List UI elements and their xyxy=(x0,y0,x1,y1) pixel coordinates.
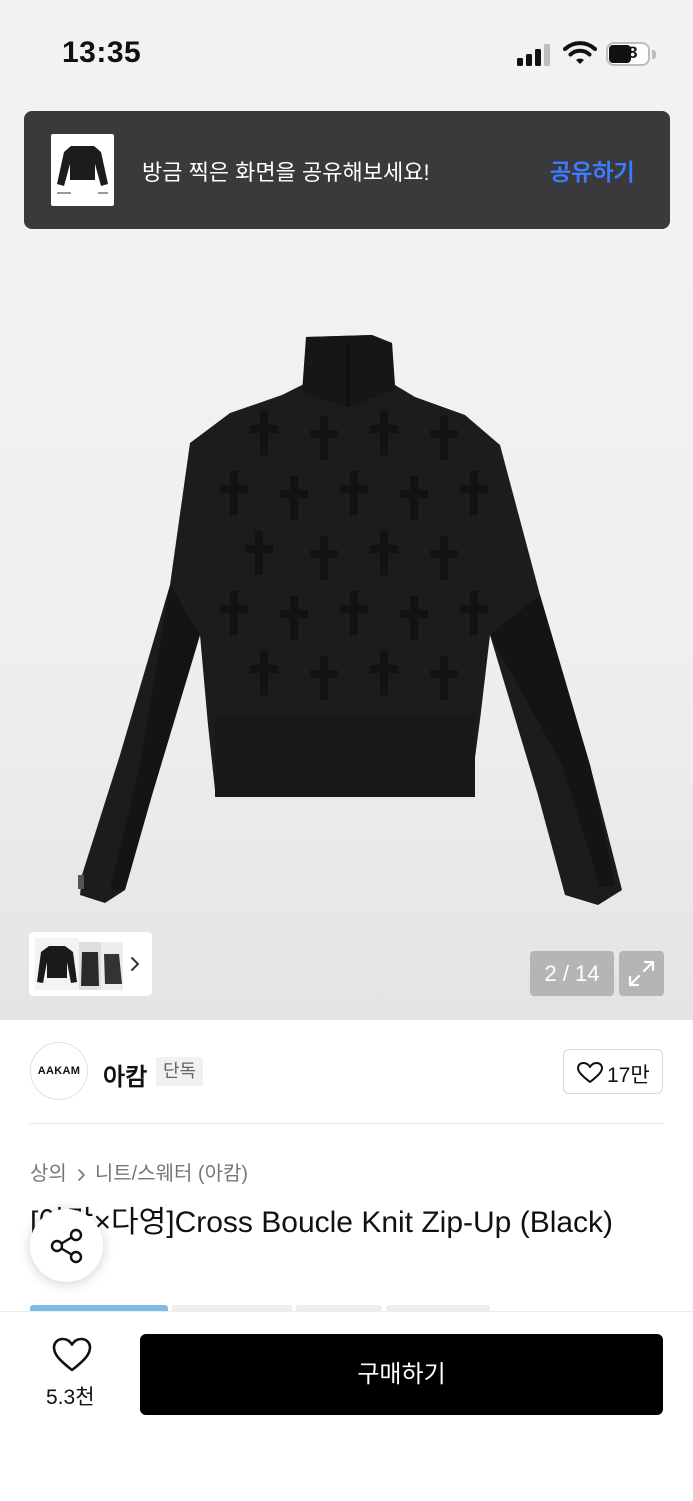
thumbnail-strip[interactable] xyxy=(29,932,152,996)
thumbnail-image[interactable] xyxy=(101,942,123,990)
image-counter: 2 / 14 xyxy=(530,951,614,996)
share-icon xyxy=(50,1228,83,1264)
share-banner-message: 방금 찍은 화면을 공유해보세요! xyxy=(142,160,430,185)
heart-icon xyxy=(577,1062,603,1083)
breadcrumb-subcategory[interactable]: 니트/스웨터 (아캄) xyxy=(95,1163,248,1185)
product-photo[interactable] xyxy=(70,335,625,910)
battery-icon: 48 xyxy=(606,42,658,68)
floating-share-button[interactable] xyxy=(30,1209,103,1282)
thumbnail-image[interactable] xyxy=(35,938,79,990)
breadcrumb: 상의 니트/스웨터 (아캄) xyxy=(30,1157,248,1186)
thumbnail-image[interactable] xyxy=(79,942,101,990)
wishlist-count: 5.3천 xyxy=(46,1386,95,1409)
clock: 13:35 xyxy=(62,36,142,69)
battery-level: 48 xyxy=(618,43,638,62)
wishlist-heart-icon[interactable] xyxy=(52,1337,92,1373)
brand-logo[interactable]: AAKAM xyxy=(30,1042,88,1100)
buy-button[interactable]: 구매하기 xyxy=(140,1334,663,1415)
signal-icon xyxy=(517,44,550,66)
chevron-right-icon[interactable] xyxy=(127,952,143,976)
product-title: [아캄×다영]Cross Boucle Knit Zip-Up (Black) xyxy=(30,1206,614,1239)
exclusive-badge: 단독 xyxy=(156,1057,204,1086)
chevron-right-icon xyxy=(78,1168,85,1181)
expand-icon xyxy=(628,960,655,987)
share-screenshot-banner: 방금 찍은 화면을 공유해보세요! 공유하기 xyxy=(24,111,670,229)
brand-like-count: 17만 xyxy=(607,1064,650,1087)
wifi-icon xyxy=(563,41,597,64)
breadcrumb-category[interactable]: 상의 xyxy=(30,1163,67,1185)
brand-name[interactable]: 아캄 xyxy=(103,1057,147,1092)
screenshot-thumbnail xyxy=(51,134,114,206)
share-button[interactable]: 공유하기 xyxy=(550,153,635,187)
divider xyxy=(30,1123,663,1124)
brand-like-button[interactable]: 17만 xyxy=(563,1049,663,1094)
expand-button[interactable] xyxy=(619,951,664,996)
